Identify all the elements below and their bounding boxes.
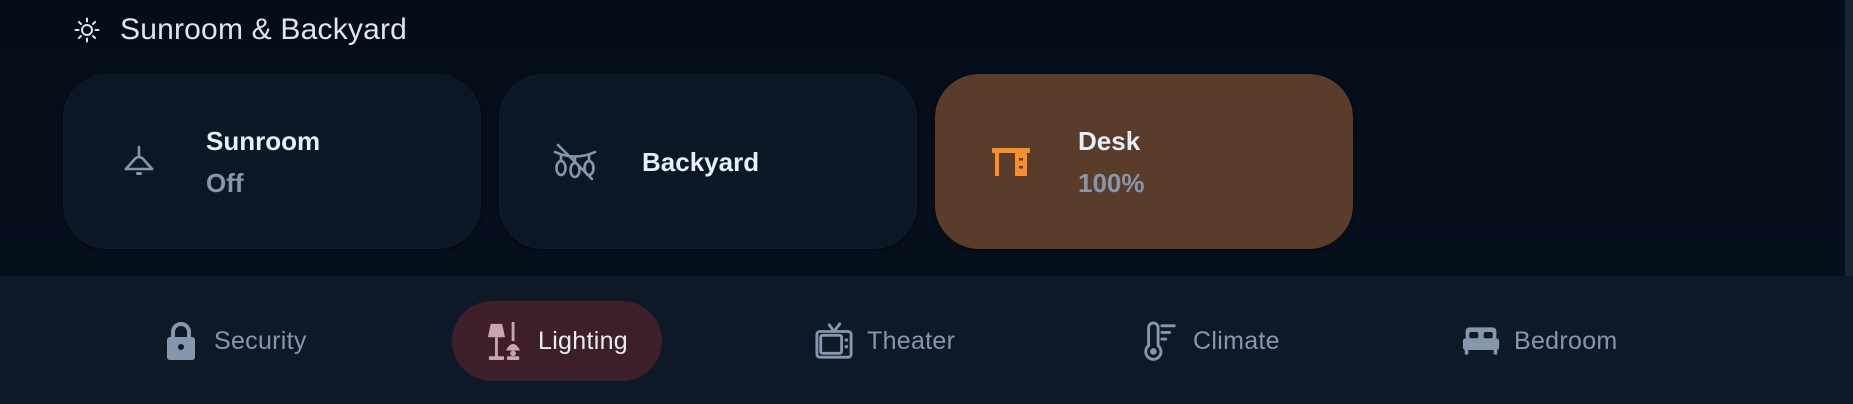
scrollbar[interactable] bbox=[1845, 0, 1853, 276]
nav-item-bedroom[interactable]: Bedroom bbox=[1428, 301, 1652, 381]
light-card-backyard[interactable]: Backyard bbox=[499, 74, 917, 249]
bottom-navigation: Security Lighting Theater Climate Bedroo… bbox=[0, 276, 1853, 404]
nav-label: Security bbox=[214, 326, 307, 355]
string-lights-off-icon bbox=[549, 136, 601, 188]
card-state: Off bbox=[206, 167, 244, 198]
floor-lamp-icon bbox=[486, 321, 524, 361]
nav-item-security[interactable]: Security bbox=[128, 301, 341, 381]
sun-icon bbox=[74, 17, 100, 43]
lock-icon bbox=[162, 321, 200, 361]
card-name: Backyard bbox=[642, 146, 760, 177]
light-card-sunroom[interactable]: Sunroom Off bbox=[63, 74, 481, 249]
light-cards: Sunroom Off Backyard Desk 100% bbox=[63, 74, 1353, 249]
nav-label: Bedroom bbox=[1514, 326, 1618, 355]
nav-label: Lighting bbox=[538, 326, 628, 355]
desk-icon bbox=[985, 136, 1037, 188]
thermometer-icon bbox=[1141, 321, 1179, 361]
nav-item-climate[interactable]: Climate bbox=[1107, 301, 1314, 381]
dashboard: Sunroom & Backyard Sunroom Off Backyard … bbox=[0, 0, 1853, 404]
nav-item-theater[interactable]: Theater bbox=[781, 301, 989, 381]
card-name: Sunroom bbox=[206, 125, 321, 156]
section-header: Sunroom & Backyard bbox=[74, 8, 407, 52]
card-name: Desk bbox=[1078, 125, 1141, 156]
nav-item-lighting[interactable]: Lighting bbox=[452, 301, 662, 381]
tv-icon bbox=[815, 321, 853, 361]
nav-label: Theater bbox=[867, 326, 956, 355]
card-state: 100% bbox=[1078, 167, 1145, 198]
nav-label: Climate bbox=[1193, 326, 1280, 355]
bed-icon bbox=[1462, 321, 1500, 361]
light-card-desk[interactable]: Desk 100% bbox=[935, 74, 1353, 249]
ceiling-lamp-icon bbox=[113, 136, 165, 188]
section-title: Sunroom & Backyard bbox=[120, 13, 408, 46]
